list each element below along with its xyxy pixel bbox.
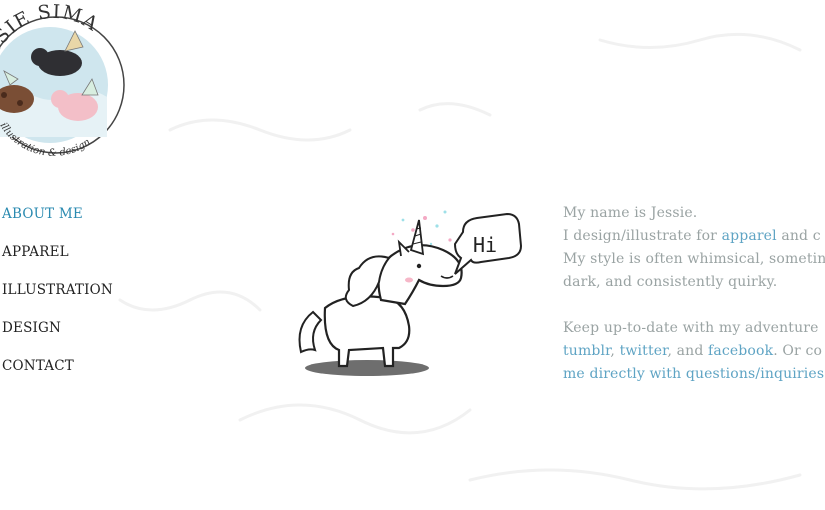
intro-line: I design/illustrate for [563, 228, 722, 244]
intro-paragraph-2: Keep up-to-date with my adventure tumblr… [563, 317, 825, 386]
twitter-link[interactable]: twitter [620, 343, 668, 359]
nav-item-design[interactable]: DESIGN [2, 319, 113, 357]
unicorn-illustration: Hi [298, 210, 523, 376]
nav-item-about-me[interactable]: ABOUT ME [2, 205, 113, 243]
separator-text: , and [667, 343, 709, 359]
speech-bubble-text: Hi [473, 233, 497, 257]
intro-line: . Or co [773, 343, 823, 359]
separator-text: , [610, 343, 620, 359]
intro-line: and c [776, 228, 821, 244]
intro-line: My style is often whimsical, sometin [563, 251, 825, 267]
contact-me-link[interactable]: me directly with questions/inquiries [563, 366, 824, 382]
intro-text: My name is Jessie. I design/illustrate f… [563, 202, 825, 409]
apparel-link[interactable]: apparel [722, 228, 777, 244]
nav-item-apparel[interactable]: APPAREL [2, 243, 113, 281]
intro-line: Keep up-to-date with my adventure [563, 320, 819, 336]
intro-line: My name is Jessie. [563, 205, 698, 221]
intro-paragraph-1: My name is Jessie. I design/illustrate f… [563, 202, 825, 294]
intro-line: dark, and consistently quirky. [563, 274, 778, 290]
tumblr-link[interactable]: tumblr [563, 343, 610, 359]
nav-item-illustration[interactable]: ILLUSTRATION [2, 281, 113, 319]
nav-item-contact[interactable]: CONTACT [2, 357, 113, 395]
facebook-link[interactable]: facebook [708, 343, 773, 359]
main-nav: ABOUT ME APPAREL ILLUSTRATION DESIGN CON… [2, 205, 113, 395]
site-logo[interactable]: JESSIE SIMA illustration & design [0, 0, 130, 165]
